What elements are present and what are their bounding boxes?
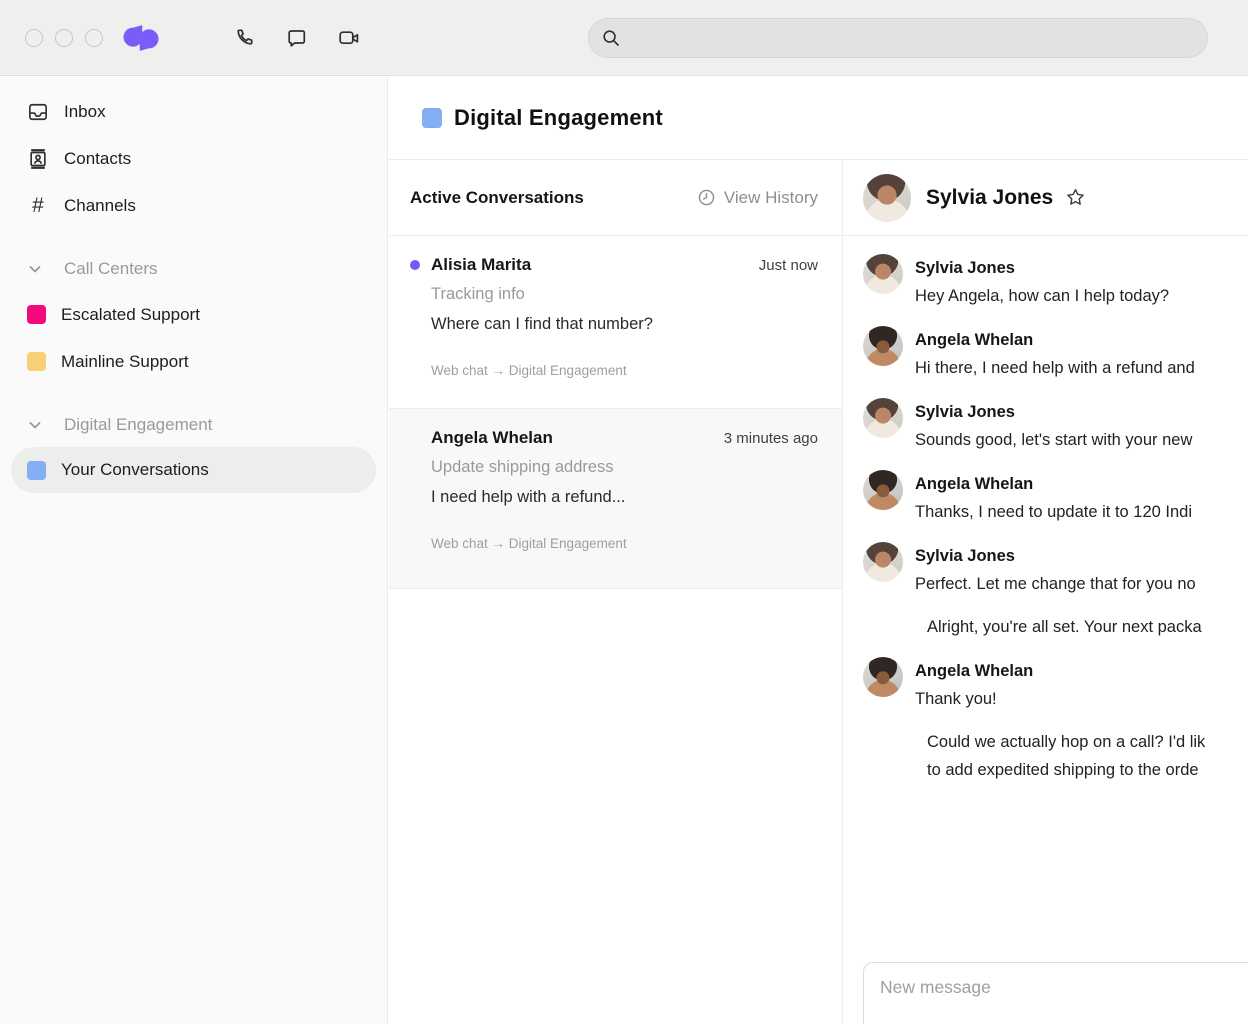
search-icon <box>601 28 621 48</box>
chat-panel: Sylvia Jones Sylvia Jones Hey Angela, ho… <box>844 160 1248 1024</box>
sidebar-item-mainline-support[interactable]: Mainline Support <box>0 338 387 385</box>
chat-header: Sylvia Jones <box>844 160 1248 236</box>
section-label: Digital Engagement <box>64 415 212 435</box>
top-bar <box>0 0 1248 76</box>
section-label: Call Centers <box>64 259 158 279</box>
chat-message: Sylvia Jones Hey Angela, how can I help … <box>863 254 1248 310</box>
your-conversations-swatch <box>27 461 46 480</box>
unread-dot <box>410 260 420 270</box>
conversation-time: Just now <box>759 257 818 274</box>
sidebar-item-your-conversations[interactable]: Your Conversations <box>11 447 376 493</box>
contact-avatar <box>863 174 911 222</box>
avatar <box>863 326 903 366</box>
conversation-channel: Web chat → Digital Engagement <box>431 536 818 569</box>
new-message-input[interactable] <box>880 977 1248 998</box>
conversation-channel: Web chat → Digital Engagement <box>431 363 818 396</box>
sidebar-item-label: Channels <box>64 196 136 216</box>
message-sender: Sylvia Jones <box>915 542 1196 570</box>
sidebar-section-call-centers[interactable]: Call Centers <box>0 247 387 291</box>
avatar <box>863 398 903 438</box>
chat-icon[interactable] <box>285 26 309 50</box>
sidebar-item-escalated-support[interactable]: Escalated Support <box>0 291 387 338</box>
sidebar-item-label: Escalated Support <box>61 305 200 325</box>
message-sender: Sylvia Jones <box>915 254 1169 282</box>
chat-contact-name: Sylvia Jones <box>926 186 1053 210</box>
conversation-time: 3 minutes ago <box>724 430 818 447</box>
active-conversations-panel: Active Conversations View History Alisia… <box>389 160 843 1024</box>
avatar <box>863 542 903 582</box>
conversation-preview: Where can I find that number? <box>431 315 818 334</box>
view-history-button[interactable]: View History <box>697 188 818 208</box>
sidebar: Inbox Contacts # Channels Call Centers E… <box>0 77 388 1024</box>
mainline-support-swatch <box>27 352 46 371</box>
message-text: Perfect. Let me change that for you no <box>915 570 1196 598</box>
window-control-dot[interactable] <box>85 29 103 47</box>
escalated-support-swatch <box>27 305 46 324</box>
digital-engagement-swatch <box>422 108 442 128</box>
sidebar-item-label: Inbox <box>64 102 106 122</box>
chat-message-continuation: Could we actually hop on a call? I'd lik… <box>915 728 1248 784</box>
conversation-list-item[interactable]: Angela Whelan 3 minutes ago Update shipp… <box>389 409 842 589</box>
chat-message: Angela Whelan Thank you! <box>863 657 1248 713</box>
message-text: Alright, you're all set. Your next packa <box>927 613 1202 641</box>
sidebar-item-label: Your Conversations <box>61 460 209 480</box>
dialpad-logo-icon <box>123 24 159 52</box>
window-control-dot[interactable] <box>25 29 43 47</box>
chat-message: Sylvia Jones Perfect. Let me change that… <box>863 542 1248 598</box>
message-sender: Angela Whelan <box>915 657 1033 685</box>
contact-card-icon <box>27 148 49 170</box>
phone-icon[interactable] <box>233 26 257 50</box>
conversation-name: Angela Whelan <box>431 428 553 448</box>
hash-icon: # <box>27 195 49 217</box>
page-title: Digital Engagement <box>454 105 663 131</box>
avatar <box>863 657 903 697</box>
clock-icon <box>697 188 716 207</box>
chat-message: Sylvia Jones Sounds good, let's start wi… <box>863 398 1248 454</box>
sidebar-item-label: Mainline Support <box>61 352 189 372</box>
window-controls <box>25 29 103 47</box>
conversation-subject: Update shipping address <box>431 458 818 477</box>
message-sender: Sylvia Jones <box>915 398 1192 426</box>
sidebar-section-digital-engagement[interactable]: Digital Engagement <box>0 403 387 447</box>
chat-message-continuation: Alright, you're all set. Your next packa <box>915 613 1248 641</box>
chat-message: Angela Whelan Thanks, I need to update i… <box>863 470 1248 526</box>
message-list: Sylvia Jones Hey Angela, how can I help … <box>844 237 1248 1024</box>
chevron-down-icon <box>27 261 43 277</box>
conversation-preview: I need help with a refund... <box>431 488 818 507</box>
chevron-down-icon <box>27 417 43 433</box>
avatar <box>863 254 903 294</box>
message-sender: Angela Whelan <box>915 470 1192 498</box>
video-icon[interactable] <box>337 26 361 50</box>
message-text: Hi there, I need help with a refund and <box>915 354 1195 382</box>
page-header: Digital Engagement <box>389 77 1248 160</box>
message-text: Could we actually hop on a call? I'd lik <box>927 728 1205 756</box>
window-control-dot[interactable] <box>55 29 73 47</box>
search-input[interactable] <box>629 29 1195 47</box>
conversation-list-item[interactable]: Alisia Marita Just now Tracking info Whe… <box>389 236 842 409</box>
message-text: Thank you! <box>915 685 1033 713</box>
message-text: to add expedited shipping to the orde <box>927 756 1205 784</box>
conversation-subject: Tracking info <box>431 285 818 304</box>
sidebar-item-channels[interactable]: # Channels <box>0 182 387 229</box>
message-text: Thanks, I need to update it to 120 Indi <box>915 498 1192 526</box>
message-text: Sounds good, let's start with your new <box>915 426 1192 454</box>
list-panel-title: Active Conversations <box>410 188 584 208</box>
message-sender: Angela Whelan <box>915 326 1195 354</box>
sidebar-item-contacts[interactable]: Contacts <box>0 135 387 182</box>
search-bar[interactable] <box>588 18 1208 58</box>
chat-message: Angela Whelan Hi there, I need help with… <box>863 326 1248 382</box>
sidebar-item-inbox[interactable]: Inbox <box>0 88 387 135</box>
message-text: Hey Angela, how can I help today? <box>915 282 1169 310</box>
conversation-name: Alisia Marita <box>431 255 531 275</box>
list-panel-header: Active Conversations View History <box>389 160 842 236</box>
avatar <box>863 470 903 510</box>
sidebar-item-label: Contacts <box>64 149 131 169</box>
inbox-icon <box>27 101 49 123</box>
star-icon[interactable] <box>1065 187 1086 208</box>
message-composer[interactable] <box>863 962 1248 1024</box>
